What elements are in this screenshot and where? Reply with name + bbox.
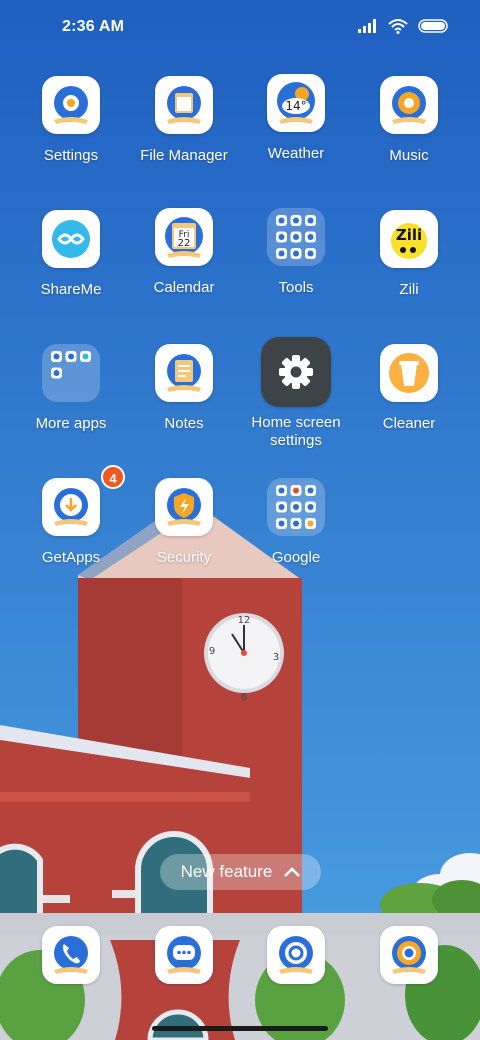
folder-tools[interactable]: Tools [240,208,352,297]
status-time: 2:36 AM [62,18,125,35]
signal-icon [358,19,376,33]
folder-more-apps[interactable]: More apps [15,344,127,433]
battery-icon [418,19,448,33]
app-zili[interactable]: Zili Zili [353,210,465,299]
app-label: File Manager [140,147,228,164]
app-label: Music [389,147,429,164]
svg-text:3: 3 [273,652,279,663]
gear-icon [261,337,331,407]
svg-text:9: 9 [209,646,215,657]
folder-icon [267,208,325,266]
app-weather[interactable]: 14° Weather [240,74,352,163]
chrome-icon [392,936,426,974]
app-shareme[interactable]: ShareMe [15,210,127,299]
getapps-icon [42,478,100,536]
app-label: More apps [35,415,107,432]
dock-phone[interactable] [42,926,100,984]
notification-badge: 4 [101,465,125,489]
file-manager-icon [155,76,213,134]
svg-text:6: 6 [241,692,247,703]
app-file-manager[interactable]: File Manager [128,76,240,165]
wifi-icon [388,19,408,34]
app-label: Calendar [153,279,215,296]
app-label: Security [156,549,212,566]
home-indicator[interactable] [152,1026,328,1031]
app-label: Tools [278,279,314,296]
app-label: GetApps [41,549,101,566]
app-calendar[interactable]: Fri 22 Calendar [128,208,240,297]
app-label: Home screen settings [251,414,341,449]
folder-google[interactable]: Google [240,478,352,567]
dock-browser[interactable] [267,926,325,984]
app-label: Settings [43,147,99,164]
app-notes[interactable]: Notes [128,344,240,433]
app-security[interactable]: Security [128,478,240,567]
shareme-icon [42,210,100,268]
chevron-up-icon [284,867,301,877]
folder-icon [42,344,100,402]
app-getapps[interactable]: 4 GetApps [15,465,127,567]
security-icon [155,478,213,536]
calendar-icon: Fri 22 [155,208,213,266]
browser-icon [279,936,313,974]
settings-icon [42,76,100,134]
folder-icon [267,478,325,536]
new-feature-button[interactable]: New feature [160,854,321,890]
svg-text:14°: 14° [285,99,306,113]
app-music[interactable]: Music [353,76,465,165]
new-feature-label: New feature [180,862,273,881]
message-icon [167,936,201,974]
cleaner-icon [380,344,438,402]
svg-text:22: 22 [178,238,191,249]
app-settings[interactable]: Settings [15,76,127,165]
svg-text:Zili: Zili [396,226,422,244]
music-icon [380,76,438,134]
app-label: Notes [164,415,204,432]
dock-chrome[interactable] [380,926,438,984]
svg-text:12: 12 [238,615,251,626]
app-cleaner[interactable]: Cleaner [353,344,465,433]
status-bar: 2:36 AM [0,0,480,56]
app-label: Cleaner [382,415,436,432]
dock-messaging[interactable] [155,926,213,984]
app-label: Google [271,549,321,566]
app-label: ShareMe [40,281,102,298]
notes-icon [155,344,213,402]
app-label: Zili [399,281,419,298]
weather-icon: 14° [267,74,325,132]
zili-icon: Zili [380,210,438,268]
app-home-screen-settings[interactable]: Home screen settings [240,337,352,450]
phone-icon [54,936,88,974]
app-label: Weather [267,145,325,162]
status-icons [358,18,450,34]
